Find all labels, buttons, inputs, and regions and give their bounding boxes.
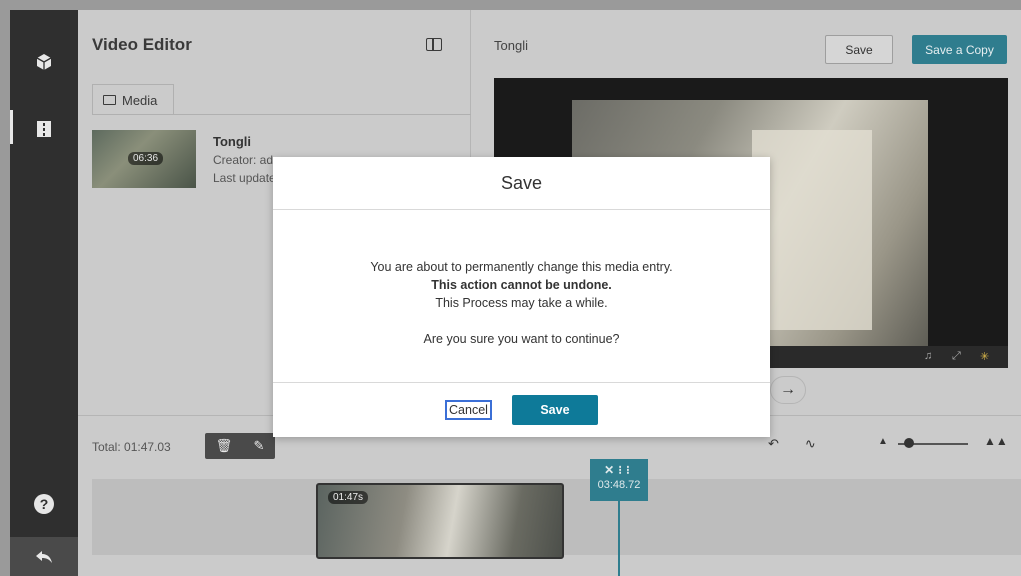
preview-title: Tongli — [494, 38, 528, 53]
playhead-tools: ✕⁝⁝ — [604, 463, 634, 477]
page-title: Video Editor — [92, 35, 192, 54]
brand-icon: ✳ — [980, 351, 990, 363]
tab-divider — [92, 114, 471, 115]
media-entry-updated: Last update — [213, 171, 276, 185]
undo-icon[interactable]: ↶ — [768, 436, 779, 452]
dialog-warning: This action cannot be undone. — [431, 278, 612, 292]
zoom-in-icon[interactable]: ▲▲ — [984, 434, 1008, 448]
dialog-message-line1: You are about to permanently change this… — [370, 260, 673, 274]
playhead-time: 03:48.72 — [597, 479, 641, 491]
sidebar-active-indicator — [10, 110, 13, 144]
clip-tools: 🗑 ✎ — [205, 433, 275, 459]
film-strip-icon[interactable] — [32, 117, 56, 141]
waveform-icon[interactable]: ∿ — [805, 436, 816, 452]
playhead[interactable]: ✕⁝⁝ 03:48.72 — [590, 459, 648, 501]
folder-icon — [103, 95, 116, 105]
dialog-title: Save — [273, 157, 770, 210]
save-copy-button[interactable]: Save a Copy — [912, 35, 1007, 64]
clip-duration: 01:47s — [328, 491, 369, 504]
tab-media-label: Media — [122, 92, 158, 108]
next-arrow-button[interactable]: → — [770, 376, 806, 404]
dialog-footer: Cancel Save — [273, 383, 770, 437]
playhead-line — [618, 501, 620, 576]
dialog-message-line3: This Process may take a while. — [435, 296, 608, 310]
media-entry-name: Tongli — [213, 134, 252, 149]
trash-icon[interactable]: 🗑 — [216, 438, 233, 454]
tab-media[interactable]: Media — [92, 84, 174, 115]
media-entry-creator: Creator: ad — [213, 153, 274, 167]
timeline-tools: ↶ ∿ — [768, 436, 816, 452]
dialog-question: Are you sure you want to continue? — [423, 332, 620, 346]
zoom-slider-knob[interactable] — [904, 438, 914, 448]
edit-icon[interactable]: ✎ — [253, 438, 264, 454]
save-button[interactable]: Save — [825, 35, 893, 64]
cube-icon[interactable] — [32, 50, 56, 74]
confirm-save-button[interactable]: Save — [511, 395, 598, 425]
left-sidebar: ? — [10, 10, 78, 576]
save-confirmation-dialog: Save You are about to permanently change… — [273, 157, 770, 437]
media-thumbnail[interactable]: 06:36 — [92, 130, 196, 188]
cancel-button[interactable]: Cancel — [445, 400, 492, 420]
undo-arrow-icon[interactable] — [10, 537, 78, 576]
help-icon[interactable]: ? — [34, 494, 54, 514]
thumbnail-duration: 06:36 — [128, 152, 164, 165]
fullscreen-icon[interactable]: ⤢ — [952, 350, 961, 363]
video-sign — [752, 130, 872, 330]
timeline: Total: 01:47.03 🗑 ✎ ↶ ∿ ▲ ▲▲ 01:47s ✕⁝⁝ … — [78, 415, 1021, 576]
dialog-body: You are about to permanently change this… — [273, 210, 770, 383]
music-icon[interactable]: ♫ — [924, 350, 932, 362]
layout-toggle-icon[interactable] — [426, 38, 442, 51]
zoom-out-icon[interactable]: ▲ — [878, 436, 888, 447]
total-duration: Total: 01:47.03 — [92, 440, 171, 454]
timeline-clip[interactable]: 01:47s — [316, 483, 564, 559]
